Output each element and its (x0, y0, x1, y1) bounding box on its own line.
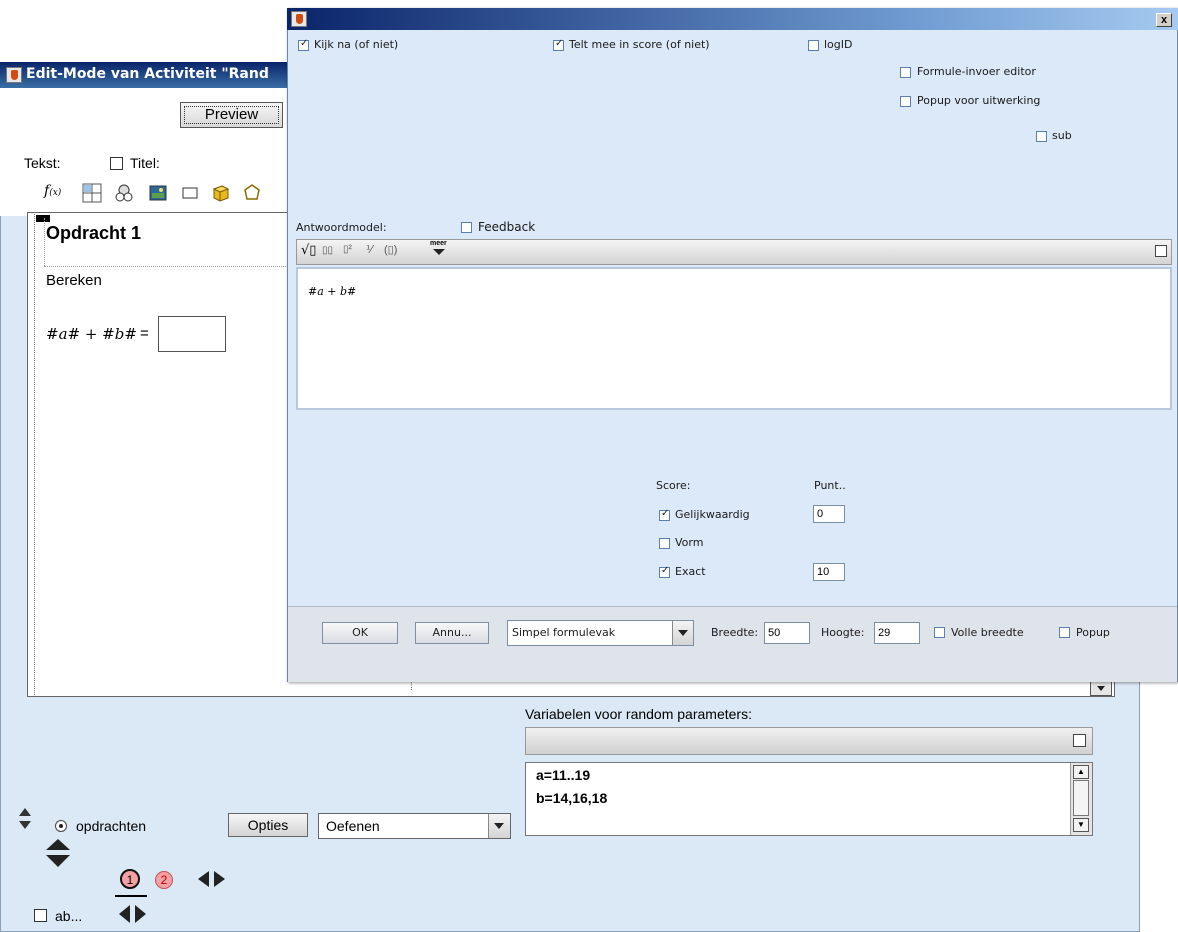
window-title: Edit-Mode van Activiteit "Rand (26, 66, 269, 82)
variables-label: Variabelen voor random parameters: (525, 706, 752, 722)
gelijkwaardig-label: Gelijkwaardig (675, 508, 750, 521)
tekst-label: Tekst: (24, 155, 61, 171)
popup-label: Popup (1076, 626, 1110, 639)
more-label: meer (430, 240, 447, 247)
answer-input-box[interactable] (158, 316, 226, 352)
formule-invoer-checkbox[interactable] (900, 67, 911, 78)
opties-button[interactable]: Opties (228, 813, 308, 837)
breedte-label: Breedte: (711, 626, 759, 639)
chevron-down-icon[interactable] (672, 621, 693, 645)
left-right-arrows-icon[interactable] (197, 870, 227, 888)
3d-object-icon[interactable] (210, 183, 230, 203)
current-page-underline (115, 895, 147, 897)
large-up-down-arrows-icon[interactable] (44, 838, 72, 868)
kijk-na-checkbox[interactable] (298, 38, 309, 51)
volle-breedte-label: Volle breedte (951, 626, 1024, 639)
exact-checkbox[interactable] (659, 565, 670, 578)
telt-mee-checkbox[interactable] (553, 38, 564, 51)
kijk-na-label: Kijk na (of niet) (314, 38, 399, 51)
popup-checkbox[interactable] (1059, 627, 1070, 638)
mode-dropdown-value: Oefenen (326, 818, 380, 834)
answer-model-editor[interactable] (296, 267, 1172, 410)
block-marker (36, 215, 50, 222)
dialog-button-bar (288, 606, 1177, 682)
subscript-icon[interactable]: ▯▯ (322, 245, 333, 256)
sub-checkbox[interactable] (1036, 131, 1047, 142)
hoogte-label: Hoogte: (821, 626, 865, 639)
random-formula[interactable]: #a# + #b# (46, 325, 137, 343)
score-label: Score: (656, 479, 691, 492)
page-2-badge[interactable]: 2 (155, 871, 173, 889)
opdrachten-radio[interactable] (55, 820, 67, 832)
breedte-input[interactable]: 50 (764, 622, 810, 644)
page-1-badge[interactable]: 1 (120, 869, 140, 889)
hoogte-input[interactable]: 29 (874, 622, 920, 644)
fraction-icon[interactable]: ⅟ (366, 243, 372, 256)
opdrachten-label: opdrachten (76, 818, 147, 834)
maximize-icon[interactable] (1155, 245, 1167, 257)
preview-button[interactable]: Preview (180, 102, 283, 128)
box-type-value: Simpel formulevak (512, 626, 616, 639)
java-app-icon (6, 67, 22, 83)
square-root-icon[interactable]: √▯ (301, 243, 316, 258)
popup-uitwerking-label: Popup voor uitwerking (917, 94, 1041, 107)
formule-invoer-label: Formule-invoer editor (917, 65, 1036, 78)
scroll-up-button[interactable]: ▲ (1073, 765, 1089, 779)
ab-checkbox[interactable] (34, 909, 47, 922)
vorm-checkbox[interactable] (659, 538, 670, 549)
exact-points-input[interactable]: 10 (813, 563, 845, 581)
up-down-arrows-icon[interactable] (18, 807, 32, 831)
gelijkwaardig-checkbox[interactable] (659, 508, 670, 521)
shape-tool-icon[interactable] (242, 183, 262, 203)
parentheses-icon[interactable]: (▯) (384, 243, 397, 256)
gelijkwaardig-points-input[interactable]: 0 (813, 505, 845, 523)
variables-scrollbar[interactable]: ▲ ▼ (1070, 763, 1092, 835)
annuleer-button[interactable]: Annu... (415, 622, 489, 644)
popup-uitwerking-checkbox[interactable] (900, 96, 911, 107)
answer-formula[interactable]: #a + b# (308, 285, 356, 298)
instruction-text[interactable]: Bereken (46, 272, 102, 289)
titel-label: Titel: (130, 155, 160, 171)
scroll-down-button[interactable]: ▼ (1073, 818, 1089, 832)
superscript-icon[interactable]: ▯² (343, 244, 352, 255)
telt-mee-label: Telt mee in score (of niet) (569, 38, 710, 51)
more-menu-button[interactable]: meer (430, 240, 447, 255)
variables-toolbar (525, 727, 1093, 755)
variables-textarea[interactable] (525, 762, 1093, 836)
graph-tool-icon[interactable] (114, 183, 134, 203)
scroll-thumb[interactable] (1073, 780, 1089, 816)
table-icon[interactable] (82, 183, 102, 203)
ok-button[interactable]: OK (322, 622, 398, 644)
logid-label: logID (824, 38, 853, 51)
resize-grip-icon[interactable]: ⁞ (410, 682, 413, 693)
variable-line: a=11..19 (536, 767, 591, 783)
sub-label: sub (1052, 129, 1072, 142)
chevron-down-icon[interactable] (488, 814, 510, 838)
close-icon[interactable]: x (1156, 13, 1172, 27)
heading-frame (44, 218, 47, 266)
logid-checkbox[interactable] (808, 40, 819, 51)
exact-label: Exact (675, 565, 706, 578)
equals-sign: = (140, 325, 149, 342)
formula-toolbar (296, 239, 1172, 265)
textbox-icon[interactable] (180, 183, 200, 203)
titel-checkbox[interactable] (110, 157, 123, 170)
punt-label: Punt.. (814, 479, 846, 492)
maximize-icon[interactable] (1073, 734, 1086, 747)
heading-divider (44, 266, 304, 267)
volle-breedte-checkbox[interactable] (934, 627, 945, 638)
variable-line: b=14,16,18 (536, 790, 608, 806)
vorm-label: Vorm (675, 536, 704, 549)
ab-label: ab... (55, 908, 83, 924)
dialog-titlebar[interactable] (287, 8, 1178, 30)
assignment-heading[interactable]: Opdracht 1 (46, 223, 141, 244)
left-right-arrows-icon[interactable] (118, 904, 148, 924)
feedback-checkbox[interactable] (461, 222, 472, 233)
editor-scroll-down-button[interactable] (1090, 680, 1112, 696)
java-app-icon (291, 11, 307, 27)
image-icon[interactable] (148, 183, 168, 203)
function-icon[interactable]: f(x) (44, 183, 64, 203)
feedback-label: Feedback (478, 220, 536, 234)
antwoordmodel-label: Antwoordmodel: (296, 221, 387, 234)
